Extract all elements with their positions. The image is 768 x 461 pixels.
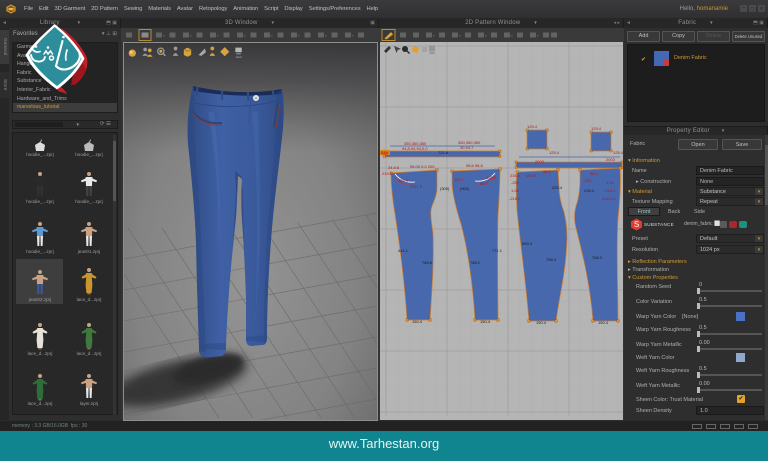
svg-text:hoodie_...zprj: hoodie_...zprj	[75, 199, 103, 204]
svg-text:234.6: 234.6	[382, 171, 393, 176]
svg-text:798.3: 798.3	[546, 257, 557, 262]
svg-text:▾: ▾	[217, 34, 219, 38]
svg-text:125.4: 125.4	[549, 150, 560, 155]
svg-text:lace_d...zprj: lace_d...zprj	[77, 351, 102, 356]
svg-text:115.1: 115.1	[454, 177, 464, 182]
svg-text:1.04: 1.04	[511, 188, 520, 193]
svg-text:225.4: 225.4	[552, 185, 563, 190]
svg-text:layer.zprj: layer.zprj	[80, 401, 98, 406]
svg-text:721.8: 721.8	[438, 150, 449, 155]
svg-text:hoodie_...zprj: hoodie_...zprj	[75, 152, 103, 157]
svg-text:98.05 0.0 200: 98.05 0.0 200	[410, 164, 435, 169]
svg-text:150.4: 150.4	[536, 320, 547, 325]
svg-text:150.4: 150.4	[598, 320, 609, 325]
svg-text:103.9: 103.9	[398, 178, 409, 183]
svg-text:98.6 98.8: 98.6 98.8	[466, 163, 483, 168]
svg-text:jean01.zprj: jean01.zprj	[77, 249, 100, 254]
svg-text:98.1: 98.1	[590, 171, 599, 176]
svg-text:2003: 2003	[535, 159, 545, 164]
svg-text:lace_d...zprj: lace_d...zprj	[77, 297, 102, 302]
svg-text:788.2: 788.2	[470, 260, 481, 265]
svg-text:▾: ▾	[485, 34, 487, 38]
svg-text:▾: ▾	[163, 34, 165, 38]
svg-text:150.4: 150.4	[412, 319, 423, 324]
svg-text:1141.5: 1141.5	[410, 184, 423, 189]
svg-text:771.1: 771.1	[492, 248, 503, 253]
svg-text:30,94,7: 30,94,7	[460, 145, 474, 150]
svg-text:-216.0: -216.0	[604, 188, 616, 193]
svg-text:▾: ▾	[352, 34, 354, 38]
svg-text:hoodie_...zprj: hoodie_...zprj	[26, 199, 54, 204]
svg-text:wind: wind	[236, 55, 242, 59]
svg-text:98.1: 98.1	[543, 169, 552, 174]
svg-text:125.4: 125.4	[591, 126, 602, 131]
svg-text:▾: ▾	[433, 34, 435, 38]
svg-text:lace_d...zprj: lace_d...zprj	[28, 401, 53, 406]
svg-text:786.6: 786.6	[422, 260, 433, 265]
svg-text:-250: -250	[511, 180, 520, 185]
svg-text:441.1: 441.1	[398, 248, 409, 253]
svg-text:▾: ▾	[244, 34, 246, 38]
svg-text:(900): (900)	[460, 186, 470, 191]
svg-text:34.8.6: 34.8.6	[388, 165, 400, 170]
svg-text:(300): (300)	[440, 186, 450, 191]
svg-text:▾: ▾	[459, 34, 461, 38]
svg-text:103.5: 103.5	[526, 173, 537, 178]
svg-text:lace_d...zprj: lace_d...zprj	[28, 351, 53, 356]
svg-text:▾: ▾	[511, 34, 513, 38]
svg-text:hoodie_...zprj: hoodie_...zprj	[26, 249, 54, 254]
svg-text:235.4: 235.4	[584, 188, 595, 193]
svg-text:1.04: 1.04	[606, 180, 615, 185]
svg-text:125.4: 125.4	[613, 150, 623, 155]
svg-text:699.3: 699.3	[522, 241, 533, 246]
svg-text:150.4: 150.4	[480, 319, 491, 324]
svg-text:-216.0: -216.0	[509, 196, 521, 201]
svg-text:jean02.zprj: jean02.zprj	[28, 297, 51, 302]
svg-text:▾: ▾	[271, 34, 273, 38]
svg-text:▾: ▾	[325, 34, 327, 38]
svg-text:418.6-0: 418.6-0	[602, 196, 616, 201]
svg-text:-250: -250	[583, 178, 592, 183]
svg-text:110.5: 110.5	[486, 175, 496, 180]
svg-text:▾: ▾	[537, 34, 539, 38]
svg-text:▾: ▾	[190, 34, 192, 38]
svg-text:560: 560	[381, 151, 389, 156]
svg-text:94,8,94,94,0,0: 94,8,94,94,0,0	[402, 146, 428, 151]
svg-text:788.3: 788.3	[592, 255, 603, 260]
svg-text:hoodie_...zprj: hoodie_...zprj	[26, 152, 54, 157]
svg-text:235.4: 235.4	[510, 173, 521, 178]
svg-text:2003: 2003	[606, 157, 616, 162]
svg-text:▾: ▾	[298, 34, 300, 38]
svg-text:S: S	[634, 220, 639, 229]
svg-text:60.7: 60.7	[480, 181, 489, 186]
svg-text:125.4: 125.4	[527, 124, 538, 129]
